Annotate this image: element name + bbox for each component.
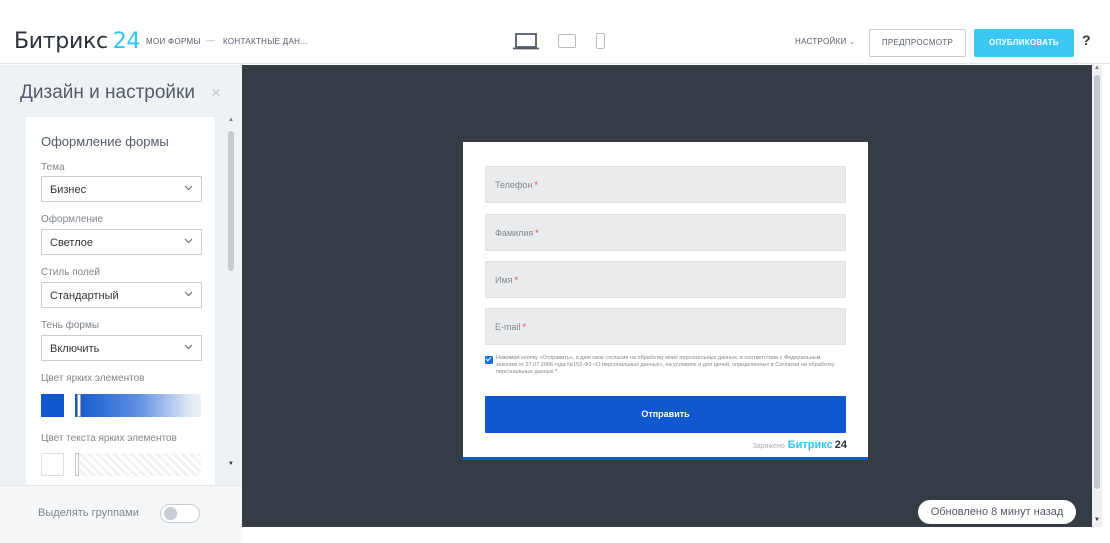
slider-handle[interactable]	[75, 453, 79, 476]
field-style-value: Стандартный	[50, 290, 119, 302]
toggle-knob	[164, 507, 177, 520]
theme-select[interactable]: Бизнес	[41, 176, 202, 202]
first-name-field[interactable]: Имя *	[485, 261, 846, 298]
submit-button[interactable]: Отправить	[485, 396, 846, 433]
last-name-field[interactable]: Фамилия *	[485, 214, 846, 251]
chevron-down-icon	[184, 185, 193, 191]
appearance-select[interactable]: Светлое	[41, 229, 202, 255]
accent-color-label: Цвет ярких элементов	[41, 373, 145, 384]
chevron-down-icon	[184, 238, 193, 244]
chevron-down-icon: ⌄	[848, 37, 856, 46]
scrollbar-thumb[interactable]	[1094, 75, 1100, 489]
consent-checkbox[interactable]	[485, 356, 493, 364]
scroll-up-icon[interactable]: ▲	[228, 117, 234, 123]
breadcrumb-separator: —	[206, 35, 215, 45]
form-shadow-select[interactable]: Включить	[41, 335, 202, 361]
card-scrollbar[interactable]: ▲ ▼	[228, 117, 234, 471]
publish-button[interactable]: ОПУБЛИКОВАТЬ	[974, 29, 1074, 57]
consent-text: Нажимая кнопку «Отправить», я даю свое с…	[496, 355, 835, 375]
accent-color-swatch[interactable]	[41, 394, 64, 417]
theme-value: Бизнес	[50, 184, 87, 196]
form-shadow-value: Включить	[50, 343, 100, 355]
powered-brand: Битрикс 24	[787, 439, 847, 451]
powered-prefix: Заряжено	[752, 443, 785, 450]
accent-color-opacity-slider[interactable]	[75, 394, 201, 417]
chevron-down-icon	[184, 291, 193, 297]
logo-number: 24	[112, 29, 141, 54]
form-shadow-label: Тень формы	[41, 320, 100, 331]
theme-label: Тема	[41, 162, 65, 173]
panel-footer: Выделять группами	[0, 485, 242, 543]
phone-field[interactable]: Телефон *	[485, 166, 846, 203]
powered-by[interactable]: Заряжено Битрикс 24	[753, 439, 847, 451]
preview-button[interactable]: ПРЕДПРОСМОТР	[869, 29, 966, 57]
group-toggle-label: Выделять группами	[38, 507, 139, 519]
field-style-select[interactable]: Стандартный	[41, 282, 202, 308]
logo-text: Битрикс	[14, 29, 108, 54]
breadcrumb-current-form[interactable]: КОНТАКТНЫЕ ДАН...	[223, 37, 308, 46]
scrollbar-thumb[interactable]	[228, 131, 234, 271]
top-bar: Битрикс 24 МОИ ФОРМЫ — КОНТАКТНЫЕ ДАН... …	[0, 20, 1110, 64]
first-name-placeholder: Имя *	[495, 275, 519, 285]
scroll-down-icon[interactable]: ▼	[228, 461, 234, 467]
close-icon[interactable]: ×	[211, 83, 221, 103]
tablet-icon[interactable]	[558, 34, 576, 48]
slider-handle[interactable]	[77, 394, 81, 417]
accent-text-color-opacity-slider[interactable]	[75, 453, 201, 476]
scroll-down-icon[interactable]: ▼	[1094, 517, 1100, 523]
email-placeholder: E-mail *	[495, 322, 527, 332]
phone-placeholder: Телефон *	[495, 180, 538, 190]
laptop-icon[interactable]	[513, 33, 539, 50]
panel-title: Дизайн и настройки	[20, 82, 195, 103]
design-settings-panel: Дизайн и настройки × Оформление формы Те…	[0, 65, 242, 543]
form-design-card: Оформление формы Тема Бизнес Оформление …	[26, 117, 215, 525]
appearance-value: Светлое	[50, 237, 93, 249]
chevron-down-icon	[184, 344, 193, 350]
bitrix24-logo[interactable]: Битрикс 24	[14, 29, 140, 54]
breadcrumb-my-forms[interactable]: МОИ ФОРМЫ	[146, 37, 201, 46]
accent-text-color-label: Цвет текста ярких элементов	[41, 433, 177, 444]
phone-icon[interactable]	[596, 33, 605, 49]
email-field[interactable]: E-mail *	[485, 308, 846, 345]
app-root: Битрикс 24 МОИ ФОРМЫ — КОНТАКТНЫЕ ДАН... …	[0, 0, 1110, 543]
settings-label: НАСТРОЙКИ	[795, 37, 847, 46]
help-icon[interactable]: ?	[1082, 32, 1091, 48]
last-name-placeholder: Фамилия *	[495, 228, 539, 238]
scroll-up-icon[interactable]: ▲	[1094, 65, 1100, 71]
group-toggle[interactable]	[160, 504, 200, 523]
last-updated-badge: Обновлено 8 минут назад	[918, 500, 1076, 524]
appearance-label: Оформление	[41, 214, 104, 225]
crm-form: Телефон * Фамилия * Имя * E-mail * Нажимая к…	[463, 142, 868, 460]
accent-text-color-swatch[interactable]	[41, 453, 64, 476]
preview-canvas: Телефон * Фамилия * Имя * E-mail * Нажимая к…	[242, 65, 1092, 527]
settings-menu[interactable]: НАСТРОЙКИ ⌄	[795, 37, 856, 46]
section-title: Оформление формы	[41, 134, 169, 149]
field-style-label: Стиль полей	[41, 267, 100, 278]
canvas-scrollbar[interactable]: ▲ ▼	[1092, 65, 1102, 527]
